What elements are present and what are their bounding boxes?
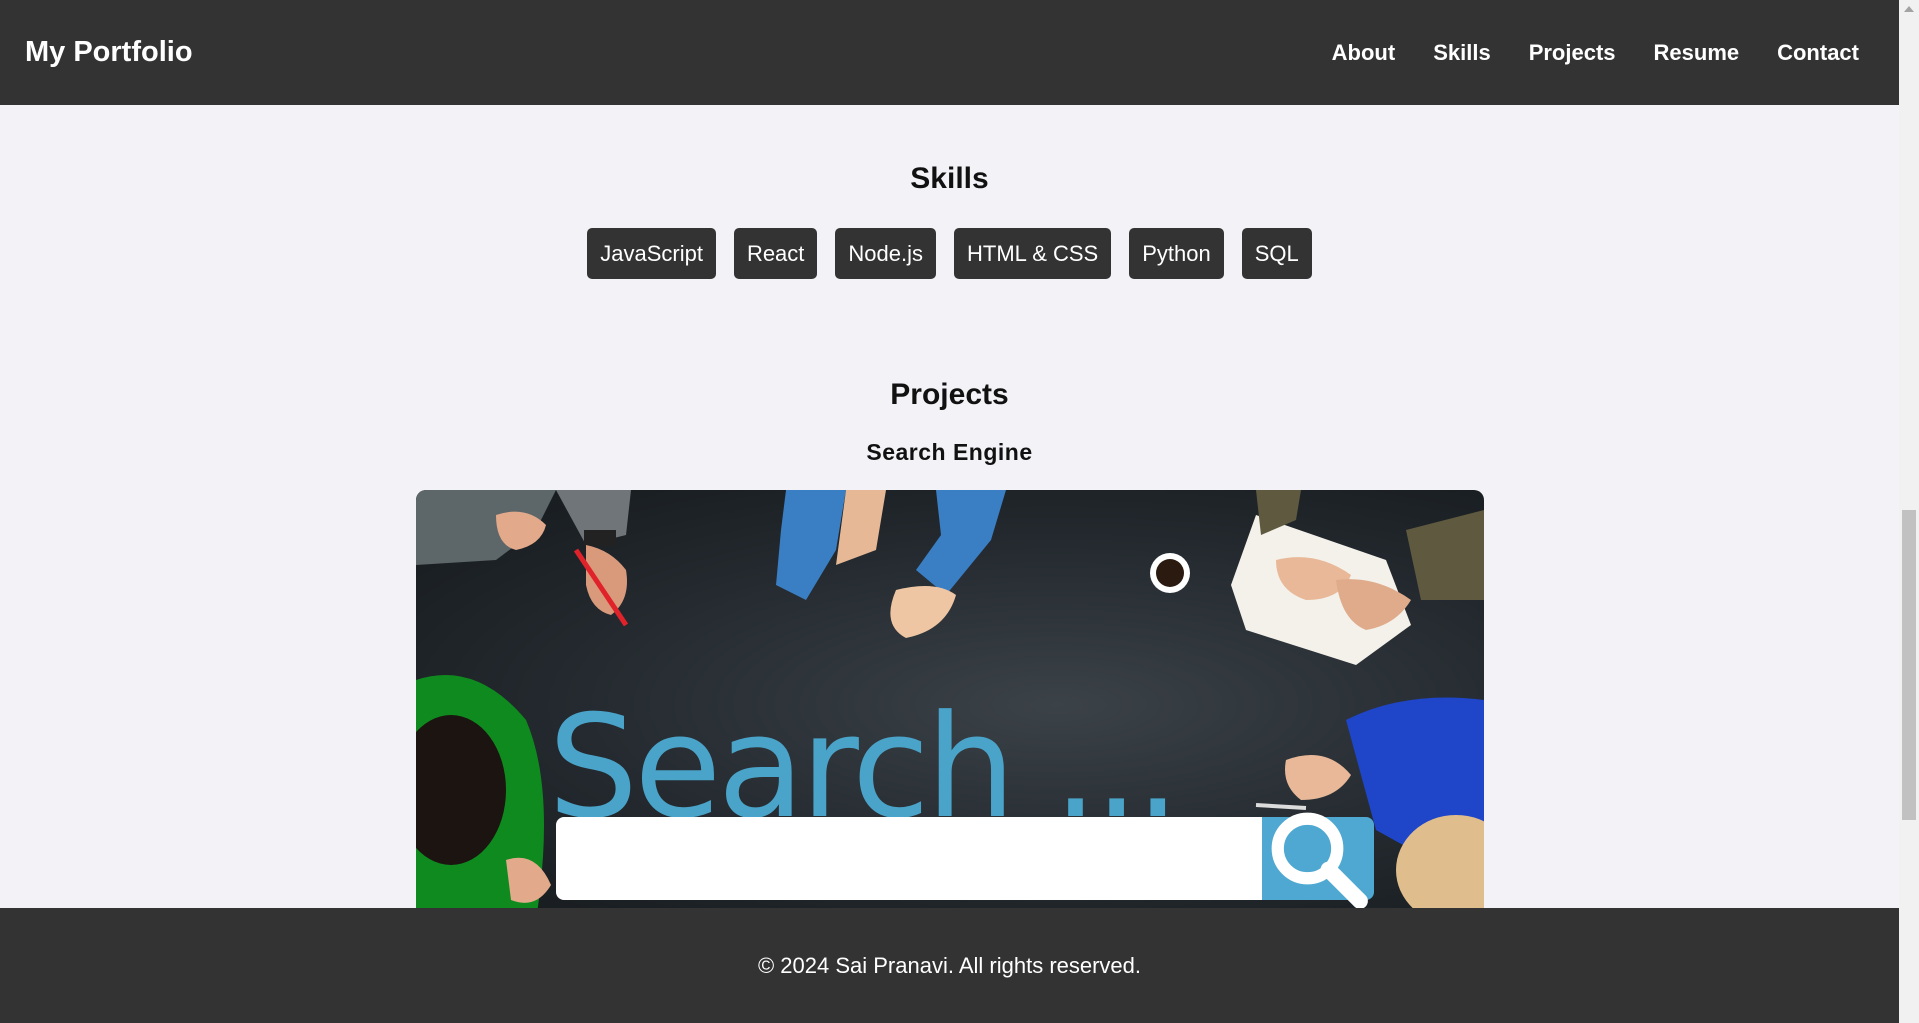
nav-projects[interactable]: Projects [1529,40,1616,66]
brand-title[interactable]: My Portfolio [25,36,193,69]
skill-badge: React [733,228,818,279]
skills-heading: Skills [910,162,989,195]
site-footer: © 2024 Sai Pranavi. All rights reserved. [0,908,1899,1023]
skill-badge: JavaScript [587,228,716,279]
magnifier-icon [1262,812,1374,908]
site-header: My Portfolio About Skills Projects Resum… [0,0,1899,105]
nav-skills[interactable]: Skills [1433,40,1490,66]
page: My Portfolio About Skills Projects Resum… [0,0,1919,1023]
project-image: Search ... [416,490,1484,908]
vertical-scrollbar[interactable] [1899,0,1919,1023]
skill-badge: SQL [1241,228,1312,279]
image-search-bar [556,817,1266,900]
nav-contact[interactable]: Contact [1777,40,1859,66]
copyright-text: © 2024 Sai Pranavi. All rights reserved. [757,952,1142,978]
projects-heading: Projects [890,378,1009,411]
nav-resume[interactable]: Resume [1654,40,1740,66]
skill-badge: Node.js [835,228,937,279]
main-content: Skills JavaScript React Node.js HTML & C… [0,105,1899,908]
project-title: Search Engine [866,439,1033,465]
skill-badge: Python [1129,228,1224,279]
skills-list: JavaScript React Node.js HTML & CSS Pyth… [0,228,1899,279]
nav-about[interactable]: About [1332,40,1396,66]
scrollbar-thumb[interactable] [1902,510,1916,820]
skill-badge: HTML & CSS [954,228,1112,279]
scroll-up-arrow-icon[interactable] [1904,6,1914,12]
main-nav: About Skills Projects Resume Contact [1294,40,1859,66]
